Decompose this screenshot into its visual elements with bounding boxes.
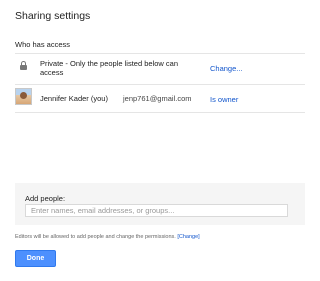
divider [15,53,305,54]
change-permissions-link[interactable]: [Change] [177,234,199,240]
sharing-settings-dialog: Sharing settings Who has access Private … [0,0,320,281]
avatar [15,86,33,114]
divider [15,112,305,113]
owner-role: Is owner [210,95,239,104]
visibility-description-line1: Private - Only the people listed below c… [40,59,178,68]
add-people-panel: Add people: [15,183,305,225]
lock-icon [15,55,33,83]
change-visibility-link[interactable]: Change... [210,64,243,73]
visibility-description: Private - Only the people listed below c… [40,59,178,77]
visibility-row: Private - Only the people listed below c… [15,55,305,83]
dialog-title: Sharing settings [15,10,91,22]
who-has-access-label: Who has access [15,40,71,49]
visibility-description-line2: access [40,68,64,77]
add-people-label: Add people: [25,194,66,203]
divider [15,84,305,85]
done-button[interactable]: Done [15,250,56,267]
owner-row: Jennifer Kader (you) jenp761@gmail.com I… [15,86,305,114]
permissions-note: Editors will be allowed to add people an… [15,234,200,240]
add-people-input[interactable] [25,204,288,217]
owner-name: Jennifer Kader (you) [40,94,108,103]
owner-email: jenp761@gmail.com [123,94,192,103]
permissions-note-text: Editors will be allowed to add people an… [15,234,176,240]
